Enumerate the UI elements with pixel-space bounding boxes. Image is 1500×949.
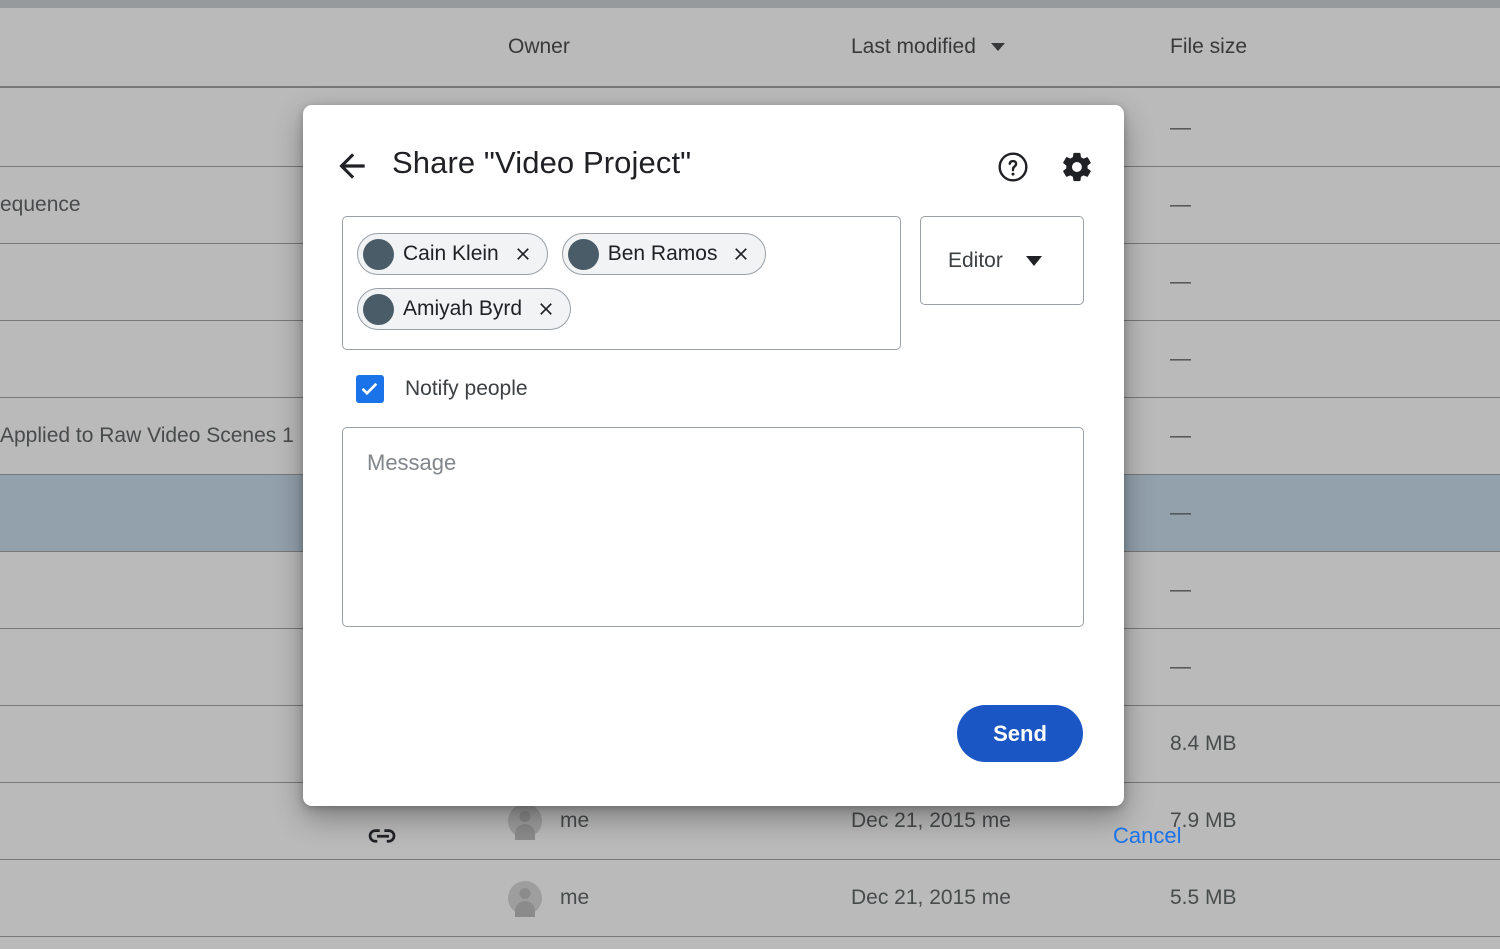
role-dropdown-value: Editor [948,249,1003,273]
share-dialog: Share "Video Project" Cain Klein Ben Ramo… [303,105,1124,806]
notify-people-row[interactable]: Notify people [356,375,528,403]
link-icon[interactable] [365,818,401,854]
check-icon [356,375,384,403]
role-dropdown[interactable]: Editor [920,216,1084,305]
notify-people-label: Notify people [405,377,528,401]
close-icon[interactable] [513,244,533,264]
dialog-header: Share "Video Project" [303,105,1124,223]
avatar [568,239,599,270]
recipient-chip[interactable]: Ben Ramos [562,233,767,275]
recipient-chip[interactable]: Amiyah Byrd [357,288,571,330]
recipient-chip-label: Cain Klein [403,242,499,266]
close-icon[interactable] [731,244,751,264]
close-icon[interactable] [536,299,556,319]
help-circle-icon[interactable] [996,150,1030,184]
recipients-input[interactable]: Cain Klein Ben Ramos Amiyah Byrd [342,216,901,350]
recipient-chip[interactable]: Cain Klein [357,233,548,275]
gear-icon[interactable] [1060,150,1094,184]
recipient-chip-label: Amiyah Byrd [403,297,522,321]
recipient-chip-label: Ben Ramos [608,242,718,266]
send-button[interactable]: Send [957,705,1083,762]
cancel-button[interactable]: Cancel [1103,815,1191,857]
arrow-left-icon[interactable] [333,147,371,185]
avatar [363,294,394,325]
avatar [363,239,394,270]
message-input[interactable] [342,427,1084,627]
chevron-down-icon [1026,256,1042,266]
page-title: Share "Video Project" [392,145,691,181]
notify-people-checkbox[interactable] [356,375,384,403]
